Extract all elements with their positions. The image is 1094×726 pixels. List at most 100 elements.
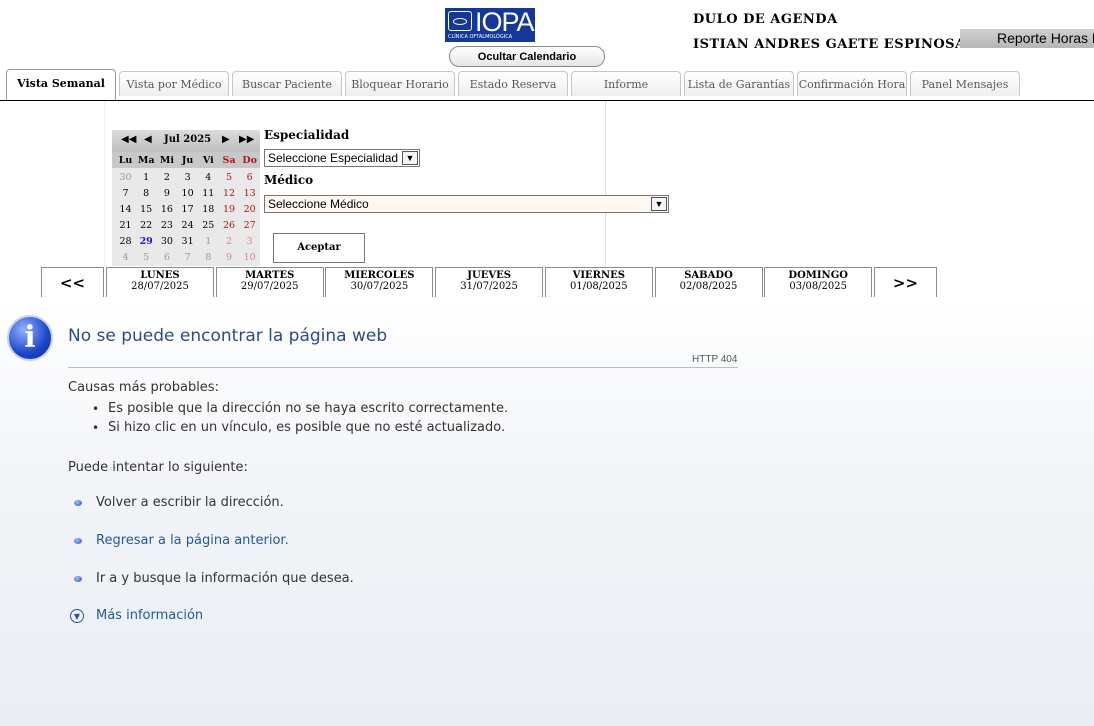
calendar-day[interactable]: 7	[115, 188, 136, 199]
week-day-name: JUEVES	[467, 270, 511, 281]
cause-item: Si hizo clic en un vínculo, es posible q…	[108, 420, 506, 435]
tab-vista-por-medico[interactable]: Vista por Médico	[119, 71, 229, 96]
calendar-day[interactable]: 22	[136, 220, 157, 231]
calendar-day[interactable]: 10	[177, 188, 198, 199]
action-retype: Volver a escribir la dirección.	[96, 495, 284, 510]
accept-button[interactable]: Aceptar	[273, 233, 365, 263]
calendar-day[interactable]: 8	[136, 188, 157, 199]
prev-year-icon[interactable]: ◀◀	[121, 134, 136, 145]
calendar-day[interactable]: 5	[219, 172, 240, 183]
week-day-header[interactable]: JUEVES 31/07/2025	[435, 267, 544, 297]
expand-icon[interactable]: ▼	[70, 609, 84, 623]
calendar-day[interactable]: 6	[239, 172, 260, 183]
tab-confirmacion-hora[interactable]: Confirmación Hora	[797, 71, 907, 96]
week-day-name: MIERCOLES	[344, 270, 415, 281]
calendar-day[interactable]: 1	[136, 172, 157, 183]
weekday-label: Vi	[202, 155, 214, 166]
report-hours-button[interactable]: Reporte Horas D	[960, 29, 1094, 48]
prev-week-button[interactable]: <<	[41, 267, 104, 297]
calendar-day[interactable]: 15	[136, 204, 157, 215]
calendar-day[interactable]: 25	[198, 220, 219, 231]
calendar-day[interactable]: 1	[198, 236, 219, 247]
calendar-day[interactable]: 19	[219, 204, 240, 215]
week-day-header[interactable]: VIERNES 01/08/2025	[544, 267, 653, 297]
week-day-date: 29/07/2025	[240, 281, 299, 292]
week-day-header[interactable]: MIERCOLES 30/07/2025	[325, 267, 434, 297]
error-title: No se puede encontrar la página web	[68, 326, 388, 346]
calendar-day[interactable]: 2	[156, 172, 177, 183]
calendar-day[interactable]: 4	[115, 252, 136, 263]
prev-month-icon[interactable]: ◀	[144, 134, 152, 145]
calendar-day[interactable]: 12	[219, 188, 240, 199]
especialidad-select[interactable]: Seleccione Especialidad ▼	[264, 149, 420, 167]
week-day-header[interactable]: MARTES 29/07/2025	[215, 267, 324, 297]
weekday-label: Ma	[137, 155, 155, 166]
calendar-day[interactable]: 5	[136, 252, 157, 263]
calendar-day[interactable]: 3	[239, 236, 260, 247]
month-calendar: ◀◀ ◀ Jul 2025 ▶ ▶▶ Lu Ma Mi Ju Vi Sa Do 30 1 2 3 4 5…	[112, 130, 260, 266]
info-icon: i	[7, 315, 53, 361]
calendar-day[interactable]: 9	[219, 252, 240, 263]
calendar-day[interactable]: 31	[177, 236, 198, 247]
calendar-day[interactable]: 20	[239, 204, 260, 215]
calendar-day[interactable]: 14	[115, 204, 136, 215]
calendar-day[interactable]: 3	[177, 172, 198, 183]
week-day-header[interactable]: SABADO 02/08/2025	[654, 267, 763, 297]
calendar-month-label: Jul 2025	[164, 134, 212, 145]
calendar-day[interactable]: 30	[115, 172, 136, 183]
tab-buscar-paciente[interactable]: Buscar Paciente	[232, 71, 342, 96]
calendar-day[interactable]: 7	[177, 252, 198, 263]
calendar-day[interactable]: 16	[156, 204, 177, 215]
tab-informe[interactable]: Informe	[571, 71, 681, 96]
next-month-icon[interactable]: ▶	[222, 134, 230, 145]
chevron-down-icon: ▼	[651, 197, 667, 211]
calendar-day[interactable]: 11	[198, 188, 219, 199]
weekday-label: Mi	[159, 155, 174, 166]
tab-lista-garantias[interactable]: Lista de Garantías	[684, 71, 794, 96]
calendar-day[interactable]: 13	[239, 188, 260, 199]
more-info-link[interactable]: Más información	[96, 608, 203, 623]
next-week-button[interactable]: >>	[874, 267, 937, 297]
calendar-day[interactable]: 23	[156, 220, 177, 231]
week-day-name: VIERNES	[572, 270, 625, 281]
calendar-day[interactable]: 6	[156, 252, 177, 263]
bullet-icon	[74, 500, 82, 506]
hide-calendar-button[interactable]: Ocultar Calendario	[449, 46, 605, 67]
calendar-day[interactable]: 27	[239, 220, 260, 231]
tab-bloquear-horario[interactable]: Bloquear Horario	[345, 71, 455, 96]
causes-title: Causas más probables:	[68, 380, 219, 395]
week-day-date: 02/08/2025	[679, 281, 738, 292]
calendar-day[interactable]: 26	[219, 220, 240, 231]
try-title: Puede intentar lo siguiente:	[68, 460, 248, 475]
calendar-day[interactable]: 10	[239, 252, 260, 263]
calendar-day[interactable]: 21	[115, 220, 136, 231]
calendar-day[interactable]: 24	[177, 220, 198, 231]
calendar-day[interactable]: 17	[177, 204, 198, 215]
module-title: DULO DE AGENDA	[693, 12, 838, 27]
logo-subtitle: CLÍNICA OFTALMOLÓGICA	[448, 34, 513, 40]
weekday-label: Sa	[222, 155, 236, 166]
back-link[interactable]: Regresar a la página anterior.	[96, 533, 289, 548]
calendar-day[interactable]: 2	[219, 236, 240, 247]
calendar-day[interactable]: 29	[136, 236, 157, 247]
error-divider	[68, 367, 738, 368]
calendar-day[interactable]: 18	[198, 204, 219, 215]
calendar-day[interactable]: 4	[198, 172, 219, 183]
medico-select[interactable]: Seleccione Médico ▼	[264, 195, 669, 213]
week-day-header[interactable]: LUNES 28/07/2025	[106, 267, 214, 297]
tab-panel-mensajes[interactable]: Panel Mensajes	[910, 71, 1020, 96]
calendar-day[interactable]: 30	[156, 236, 177, 247]
week-day-name: LUNES	[140, 270, 180, 281]
week-day-date: 31/07/2025	[460, 281, 518, 292]
user-name: ISTIAN ANDRES GAETE ESPINOSA	[693, 37, 966, 52]
week-day-date: 03/08/2025	[789, 281, 847, 292]
next-year-icon[interactable]: ▶▶	[239, 134, 254, 145]
calendar-day[interactable]: 9	[156, 188, 177, 199]
calendar-day[interactable]: 28	[115, 236, 136, 247]
cause-item: Es posible que la dirección no se haya e…	[108, 401, 509, 416]
week-day-header[interactable]: DOMINGO 03/08/2025	[764, 267, 873, 297]
calendar-day[interactable]: 8	[198, 252, 219, 263]
bullet-dot: •	[92, 421, 100, 435]
tab-estado-reserva[interactable]: Estado Reserva	[458, 71, 568, 96]
tab-vista-semanal[interactable]: Vista Semanal	[6, 69, 116, 101]
